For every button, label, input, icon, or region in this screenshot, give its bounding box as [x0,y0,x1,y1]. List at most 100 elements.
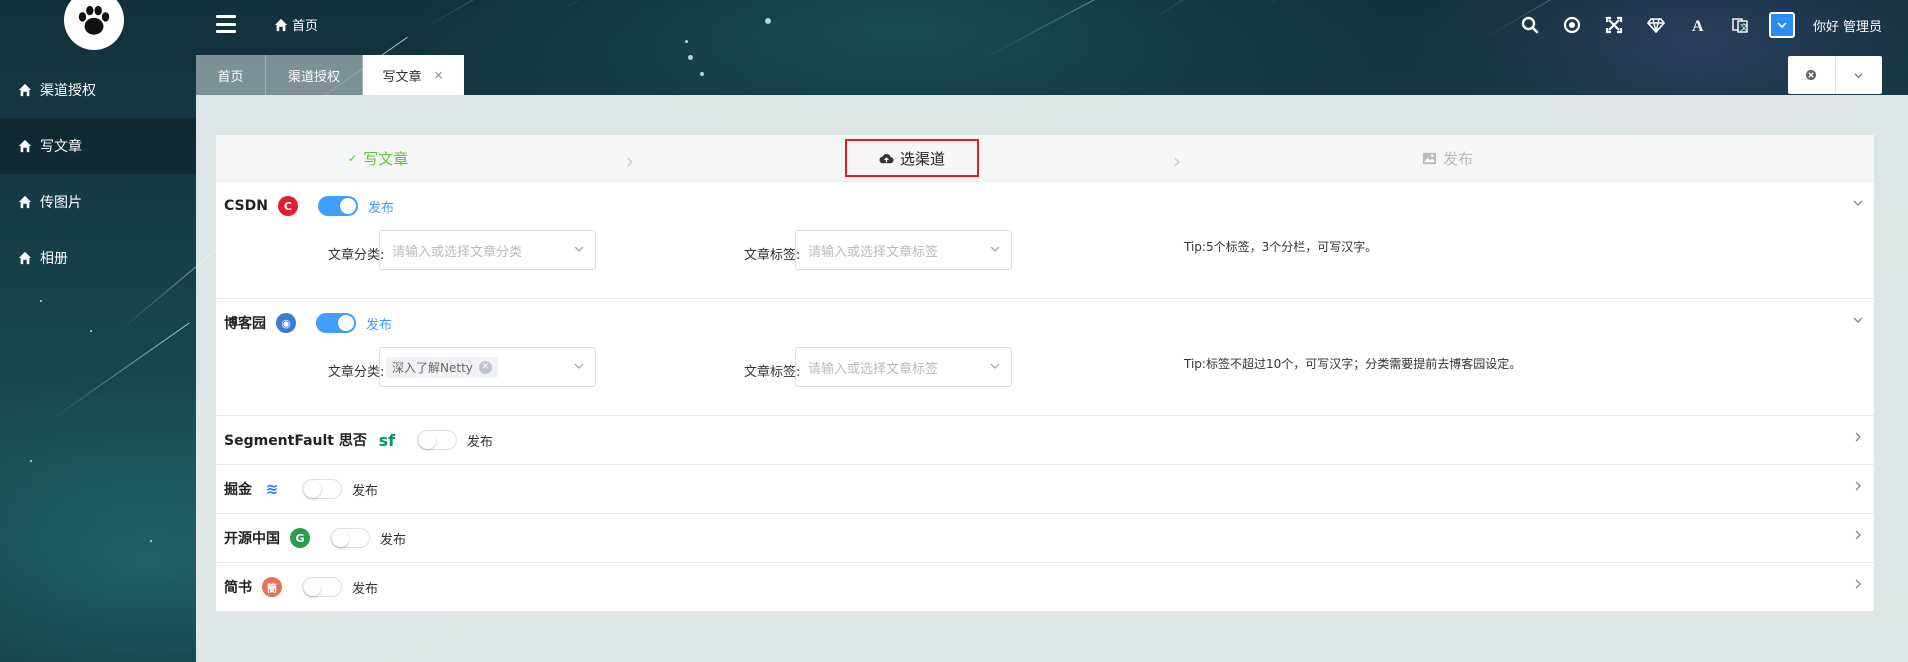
chevron-down-icon[interactable] [1852,314,1864,330]
fullscreen-icon[interactable] [1593,8,1635,42]
publish-toggle-label: 发布 [352,483,379,499]
category-select[interactable]: 深入了解Netty ✕ [379,347,596,387]
font-icon[interactable]: A [1677,8,1719,42]
target-icon[interactable] [1551,8,1593,42]
tag-label: 文章标签: [744,248,801,263]
chevron-down-icon [573,360,585,375]
tab-menu-chevron-down-icon[interactable] [1834,56,1883,94]
home-icon [274,18,288,31]
home-icon [18,139,32,153]
user-greeting[interactable]: 你好 管理员 [1803,16,1908,35]
publish-toggle-label: 发布 [466,434,493,450]
tab-write-article[interactable]: 写文章 × [363,55,464,95]
sidebar: 渠道授权 写文章 传图片 相册 [0,0,196,662]
publish-toggle[interactable] [302,479,342,499]
channel-cnblogs: 博客园 ◉ 发布 文章分类: 深入了解Netty ✕ 文章标签: 请输入或选择文… [216,299,1874,416]
avatar[interactable] [1768,12,1795,38]
chevron-right-icon[interactable] [1852,431,1864,447]
tag-placeholder: 请输入或选择文章标签 [808,244,939,260]
chevron-down-icon [989,360,1001,375]
cloud-upload-icon [879,153,894,163]
juejin-logo-icon: ≋ [265,480,279,498]
check-icon: ✓ [348,152,358,165]
channel-header[interactable]: CSDN C 发布 [216,182,1874,230]
channel-header[interactable]: 博客园 ◉ 发布 [216,299,1874,347]
sf-logo-icon: sf [378,430,396,450]
channel-name: SegmentFault 思否 [224,433,367,449]
main-content: ✓ 写文章 › 选渠道 › 发布 CSDN C 发布 文章分类: 请输入或选择文… [196,95,1908,662]
home-icon [18,195,32,209]
search-icon[interactable] [1509,8,1551,42]
tag-placeholder: 请输入或选择文章标签 [808,361,939,377]
translate-icon[interactable]: 文 [1719,8,1761,42]
chevron-right-icon[interactable] [1852,578,1864,594]
channel-name: 掘金 [224,482,252,498]
category-tag: 深入了解Netty ✕ [386,356,498,378]
tag-remove-icon[interactable]: ✕ [478,360,492,374]
channel-juejin: 掘金 ≋ 发布 [216,465,1874,514]
publish-toggle[interactable] [316,313,356,333]
rss-logo-icon: ◉ [276,313,296,333]
publish-toggle-label: 发布 [367,200,394,216]
tab-home[interactable]: 首页 [196,55,266,95]
sidebar-item-label: 相册 [40,251,68,267]
chevron-right-icon[interactable] [1852,480,1864,496]
category-select[interactable]: 请输入或选择文章分类 [379,230,596,270]
category-tag-label: 深入了解Netty [392,360,473,375]
publish-toggle[interactable] [302,577,342,597]
channel-segmentfault: SegmentFault 思否 sf 发布 [216,416,1874,465]
chevron-right-icon: › [626,149,634,173]
sidebar-item-label: 写文章 [40,139,82,155]
channel-header[interactable]: 简书 簡 发布 [216,563,1874,611]
tab-label: 渠道授权 [287,69,340,85]
tab-channel-auth[interactable]: 渠道授权 [266,55,363,95]
channel-header[interactable]: 掘金 ≋ 发布 [216,465,1874,513]
publish-toggle[interactable] [416,430,457,450]
channel-header[interactable]: SegmentFault 思否 sf 发布 [216,416,1874,464]
svg-text:A: A [1692,18,1704,34]
sidebar-item-write-article[interactable]: 写文章 [0,118,196,174]
tag-select[interactable]: 请输入或选择文章标签 [795,230,1012,270]
channel-tip: Tip:5个标签，3个分栏，可写汉字。 [1184,240,1378,254]
sidebar-item-album[interactable]: 相册 [0,230,196,286]
channel-name: 博客园 [224,316,266,332]
close-all-tabs-icon[interactable] [1788,56,1835,94]
chevron-down-icon [573,243,585,258]
tag-select[interactable]: 请输入或选择文章标签 [795,347,1012,387]
chevron-down-icon [989,243,1001,258]
channel-header[interactable]: 开源中国 G 发布 [216,514,1874,562]
paw-logo-icon[interactable] [64,0,124,50]
steps-bar: ✓ 写文章 › 选渠道 › 发布 [216,135,1874,182]
chevron-right-icon[interactable] [1852,529,1864,545]
menu-toggle-icon[interactable] [216,15,236,33]
tab-label: 首页 [217,69,244,85]
category-label: 文章分类: [328,365,385,380]
channel-form: 文章分类: 深入了解Netty ✕ 文章标签: 请输入或选择文章标签 Tip:标… [216,347,1874,415]
sidebar-item-channel-auth[interactable]: 渠道授权 [0,62,196,118]
publish-toggle-label: 发布 [380,532,407,548]
publish-panel: ✓ 写文章 › 选渠道 › 发布 CSDN C 发布 文章分类: 请输入或选择文… [216,135,1874,611]
channel-name: CSDN [224,198,268,214]
sidebar-item-upload-image[interactable]: 传图片 [0,174,196,230]
top-header: 首页 A 文 你好 管理员 [196,0,1908,50]
image-icon [1422,152,1437,165]
step-label: 选渠道 [900,149,946,168]
tab-bar: 首页 渠道授权 写文章 × [196,55,1908,95]
publish-toggle[interactable] [317,196,358,216]
home-link[interactable]: 首页 [274,15,318,34]
tag-label: 文章标签: [744,365,801,380]
category-label: 文章分类: [328,248,385,263]
sidebar-item-label: 渠道授权 [40,83,96,99]
channel-jianshu: 简书 簡 发布 [216,563,1874,611]
diamond-icon[interactable] [1635,8,1677,42]
publish-toggle-label: 发布 [352,581,379,597]
step-select-channel: 选渠道 [845,139,980,177]
home-link-label: 首页 [292,19,319,34]
publish-toggle[interactable] [330,528,370,548]
channel-name: 简书 [224,580,252,596]
svg-text:文: 文 [1740,22,1748,32]
chevron-down-icon[interactable] [1852,197,1864,213]
home-icon [18,83,32,97]
tab-close-icon[interactable]: × [433,68,443,82]
jianshu-logo-icon: 簡 [262,577,282,597]
